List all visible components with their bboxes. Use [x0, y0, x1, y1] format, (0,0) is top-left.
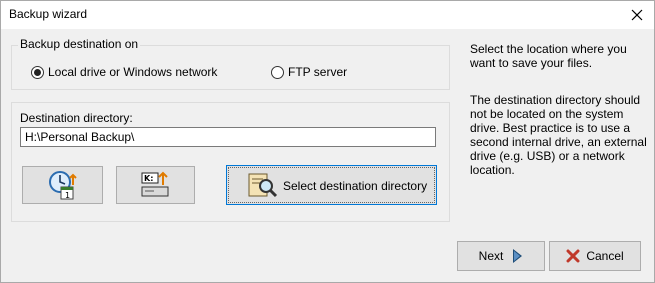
schedule-calendar-icon: 1 [48, 171, 77, 200]
cancel-button[interactable]: Cancel [549, 241, 641, 271]
radio-local-drive[interactable]: Local drive or Windows network [31, 65, 217, 79]
title-bar[interactable]: Backup wizard [1, 1, 654, 29]
radio-local-drive-label: Local drive or Windows network [48, 65, 218, 79]
help-text-1: Select the location where you want to sa… [470, 42, 627, 70]
help-paragraph-1: Select the location where you want to sa… [470, 42, 627, 70]
directory-group: Destination directory: 1 K: [11, 102, 450, 222]
schedule-button[interactable]: 1 [22, 166, 103, 204]
next-label: Next [478, 249, 504, 263]
next-button[interactable]: Next [457, 241, 545, 271]
radio-ftp-server[interactable]: FTP server [271, 65, 347, 79]
backup-wizard-window: Backup wizard Backup destination on Loca… [0, 0, 655, 283]
svg-text:K:: K: [144, 174, 153, 183]
next-arrow-icon [513, 249, 523, 263]
help-text-2: The destination directory should not be … [470, 93, 647, 177]
search-folder-icon [248, 173, 278, 198]
destination-directory-label: Destination directory: [20, 111, 133, 125]
close-icon [631, 9, 643, 21]
drive-k-icon: K: [141, 171, 168, 197]
destination-group: Backup destination on Local drive or Win… [11, 37, 450, 90]
destination-directory-input[interactable] [20, 127, 436, 147]
cancel-x-icon [566, 249, 580, 263]
destination-legend: Backup destination on [18, 37, 141, 51]
drive-button[interactable]: K: [116, 166, 195, 204]
svg-text:1: 1 [65, 191, 70, 200]
window-title: Backup wizard [9, 7, 88, 21]
radio-ftp-server-label: FTP server [288, 65, 348, 79]
help-paragraph-2: The destination directory should not be … [470, 93, 647, 177]
close-button[interactable] [620, 1, 654, 29]
radio-local-drive-indicator[interactable] [31, 65, 44, 79]
select-destination-label: Select destination directory [283, 179, 428, 193]
radio-ftp-server-indicator[interactable] [271, 65, 284, 79]
cancel-label: Cancel [586, 249, 624, 263]
select-destination-directory-button[interactable]: Select destination directory [226, 165, 437, 205]
